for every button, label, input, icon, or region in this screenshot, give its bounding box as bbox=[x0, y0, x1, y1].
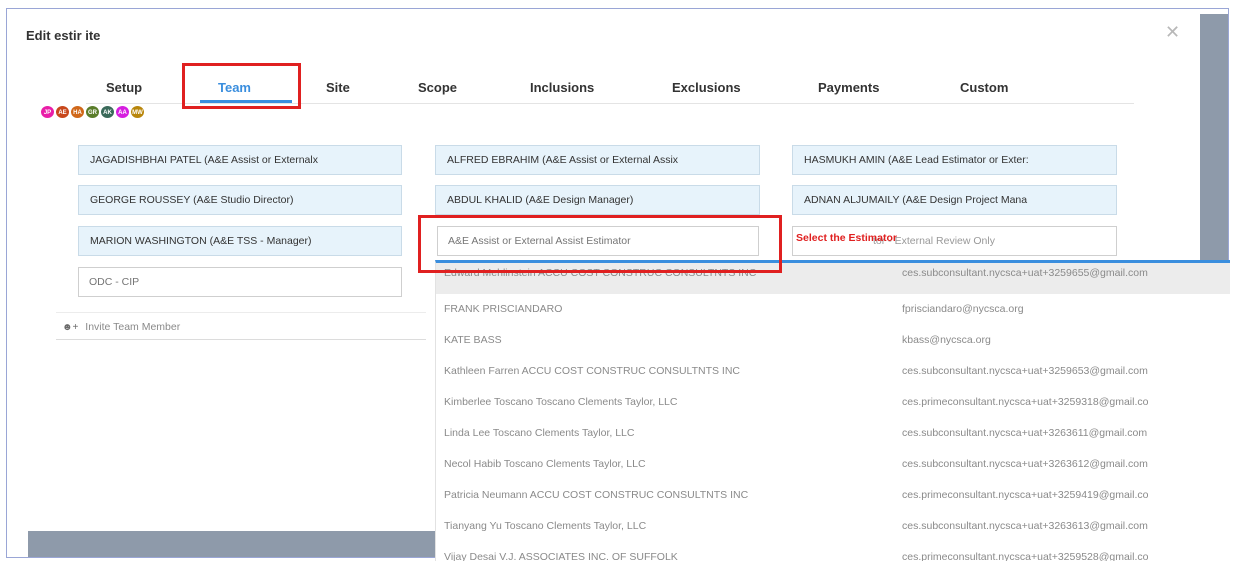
list-item-name: Patricia Neumann ACCU COST CONSTRUC CONS… bbox=[444, 489, 749, 501]
list-item-name: Tianyang Yu Toscano Clements Taylor, LLC bbox=[444, 520, 647, 532]
list-item-email: kbass@nycsca.org bbox=[902, 334, 991, 346]
avatar[interactable]: AE bbox=[55, 105, 70, 119]
list-item-name: Kimberlee Toscano Toscano Clements Taylo… bbox=[444, 396, 678, 408]
team-member-chip[interactable]: ADNAN ALJUMAILY (A&E Design Project Mana bbox=[792, 185, 1117, 215]
list-item-name: Linda Lee Toscano Clements Taylor, LLC bbox=[444, 427, 635, 439]
list-item[interactable]: Tianyang Yu Toscano Clements Taylor, LLC… bbox=[436, 511, 1230, 542]
avatar[interactable]: JP bbox=[40, 105, 55, 119]
modal-backdrop bbox=[1200, 14, 1228, 264]
list-item-name: Vijay Desai V.J. ASSOCIATES INC. OF SUFF… bbox=[444, 551, 678, 561]
tab-setup[interactable]: Setup bbox=[106, 80, 142, 95]
avatar[interactable]: GR bbox=[85, 105, 100, 119]
tab-payments[interactable]: Payments bbox=[818, 80, 879, 95]
list-item-email: ces.primeconsultant.nycsca+uat+3259419@g… bbox=[902, 489, 1149, 501]
list-item-email: ces.subconsultant.nycsca+uat+3263613@gma… bbox=[902, 520, 1148, 532]
invite-team-member-button[interactable]: ☻+ Invite Team Member bbox=[56, 312, 426, 340]
list-item-email: ces.primeconsultant.nycsca+uat+3259528@g… bbox=[902, 551, 1149, 561]
modal-title: Edit estir ite bbox=[26, 28, 101, 43]
annotation-box-team bbox=[182, 63, 301, 109]
team-member-chip[interactable]: ABDUL KHALID (A&E Design Manager) bbox=[435, 185, 760, 215]
tab-inclusions[interactable]: Inclusions bbox=[530, 80, 594, 95]
list-item-name: Kathleen Farren ACCU COST CONSTRUC CONSU… bbox=[444, 365, 741, 377]
list-item[interactable]: Necol Habib Toscano Clements Taylor, LLC… bbox=[436, 449, 1230, 480]
user-add-icon: ☻+ bbox=[62, 322, 79, 333]
avatar[interactable]: AK bbox=[100, 105, 115, 119]
team-member-chip[interactable]: GEORGE ROUSSEY (A&E Studio Director) bbox=[78, 185, 402, 215]
team-member-chip[interactable]: MARION WASHINGTON (A&E TSS - Manager) bbox=[78, 226, 402, 256]
list-item-name: FRANK PRISCIANDARO bbox=[444, 303, 563, 315]
team-member-chip[interactable]: ALFRED EBRAHIM (A&E Assist or External A… bbox=[435, 145, 760, 175]
list-item-email: ces.subconsultant.nycsca+uat+3263612@gma… bbox=[902, 458, 1148, 470]
list-item[interactable]: Linda Lee Toscano Clements Taylor, LLC c… bbox=[436, 418, 1230, 449]
list-item-email: ces.subconsultant.nycsca+uat+3263611@gma… bbox=[902, 427, 1148, 439]
list-item-name: KATE BASS bbox=[444, 334, 502, 346]
screenshot: Edit estir ite ✕ Setup Team Site Scope I… bbox=[0, 0, 1235, 561]
list-item[interactable]: Vijay Desai V.J. ASSOCIATES INC. OF SUFF… bbox=[436, 542, 1230, 561]
team-avatars: JP AE HA GR AK AA MW bbox=[40, 105, 145, 119]
avatar[interactable]: HA bbox=[70, 105, 85, 119]
list-item-email: ces.primeconsultant.nycsca+uat+3259318@g… bbox=[902, 396, 1149, 408]
annotation-select-estimator: Select the Estimator bbox=[796, 232, 897, 244]
list-item[interactable]: FRANK PRISCIANDARO fprisciandaro@nycsca.… bbox=[436, 294, 1230, 325]
list-item[interactable]: KATE BASS kbass@nycsca.org bbox=[436, 325, 1230, 356]
avatar[interactable]: MW bbox=[130, 105, 145, 119]
avatar[interactable]: AA bbox=[115, 105, 130, 119]
invite-label: Invite Team Member bbox=[85, 321, 181, 333]
close-icon[interactable]: ✕ bbox=[1165, 22, 1180, 43]
list-item-name: Necol Habib Toscano Clements Taylor, LLC bbox=[444, 458, 646, 470]
annotation-box-estimator bbox=[418, 215, 782, 273]
odc-input[interactable] bbox=[78, 267, 402, 297]
team-member-chip[interactable]: HASMUKH AMIN (A&E Lead Estimator or Exte… bbox=[792, 145, 1117, 175]
list-item-email: fprisciandaro@nycsca.org bbox=[902, 303, 1024, 315]
list-item-email: ces.subconsultant.nycsca+uat+3259655@gma… bbox=[902, 267, 1148, 279]
list-item[interactable]: Kimberlee Toscano Toscano Clements Taylo… bbox=[436, 387, 1230, 418]
list-item[interactable]: Patricia Neumann ACCU COST CONSTRUC CONS… bbox=[436, 480, 1230, 511]
team-member-chip[interactable]: JAGADISHBHAI PATEL (A&E Assist or Extern… bbox=[78, 145, 402, 175]
estimator-dropdown-list: Edward Mehlinstein ACCU COST CONSTRUC CO… bbox=[435, 260, 1230, 561]
tab-scope[interactable]: Scope bbox=[418, 80, 457, 95]
modal-backdrop-bottom bbox=[28, 531, 440, 557]
list-item-email: ces.subconsultant.nycsca+uat+3259653@gma… bbox=[902, 365, 1148, 377]
tab-site[interactable]: Site bbox=[326, 80, 350, 95]
list-item[interactable]: Kathleen Farren ACCU COST CONSTRUC CONSU… bbox=[436, 356, 1230, 387]
tab-custom[interactable]: Custom bbox=[960, 80, 1008, 95]
tab-exclusions[interactable]: Exclusions bbox=[672, 80, 741, 95]
